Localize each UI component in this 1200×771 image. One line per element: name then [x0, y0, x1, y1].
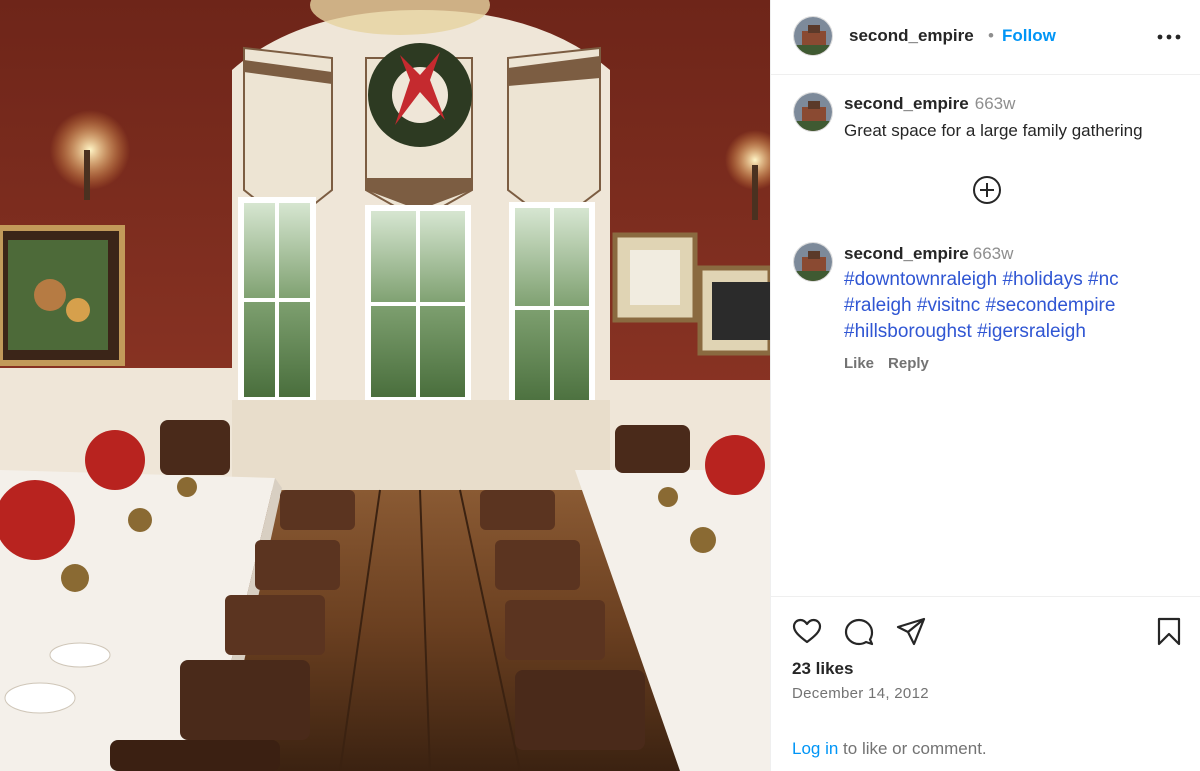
avatar-image: [794, 93, 832, 131]
hashtag-link[interactable]: #igersraleigh: [977, 321, 1086, 342]
heart-icon[interactable]: [791, 615, 823, 647]
header-username[interactable]: second_empire: [849, 26, 974, 46]
caption-time[interactable]: 663w: [975, 94, 1016, 113]
comment-bubble-icon[interactable]: [843, 615, 875, 647]
avatar[interactable]: [793, 92, 833, 132]
like-comment-button[interactable]: Like: [844, 355, 874, 372]
bookmark-icon[interactable]: [1153, 615, 1185, 647]
plus-circle-icon[interactable]: [972, 175, 1002, 205]
caption-username[interactable]: second_empire: [844, 94, 969, 113]
hashtag-link[interactable]: #nc: [1088, 269, 1119, 290]
reply-button[interactable]: Reply: [888, 355, 929, 372]
post-date: December 14, 2012: [792, 685, 929, 702]
hashtag-list: #downtownraleigh #holidays #nc #raleigh …: [844, 267, 1189, 345]
comment-username[interactable]: second_empire: [844, 244, 969, 263]
hashtag-link[interactable]: #downtownraleigh: [844, 269, 997, 290]
comment-time[interactable]: 663w: [973, 244, 1014, 263]
avatar-image: [794, 243, 832, 281]
more-options-icon[interactable]: [1155, 25, 1183, 49]
follow-button[interactable]: Follow: [1002, 26, 1056, 46]
hashtag-link[interactable]: #hillsboroughst: [844, 321, 972, 342]
paper-plane-icon[interactable]: [895, 615, 927, 647]
post-actions: 23 likes December 14, 2012 Log in to lik…: [771, 596, 1200, 771]
avatar[interactable]: [793, 242, 833, 282]
hashtag-link[interactable]: #visitnc: [917, 295, 980, 316]
login-link[interactable]: Log in: [792, 739, 838, 758]
avatar[interactable]: [793, 16, 833, 56]
login-prompt: Log in to like or comment.: [792, 739, 987, 759]
separator-dot: •: [988, 26, 994, 45]
caption-text: Great space for a large family gathering: [844, 121, 1143, 140]
post-header: second_empire • Follow: [771, 0, 1200, 75]
login-prompt-text: to like or comment.: [838, 739, 987, 758]
hashtag-link[interactable]: #raleigh: [844, 295, 912, 316]
comment-actions: Like Reply: [844, 355, 943, 372]
comment-meta: second_empire 663w: [844, 244, 1013, 264]
hashtag-link[interactable]: #holidays: [1002, 269, 1082, 290]
avatar-image: [794, 17, 832, 55]
likes-count[interactable]: 23 likes: [792, 659, 853, 679]
post-photo[interactable]: [0, 0, 770, 771]
post-side-panel: second_empire • Follow second_empire 663w…: [770, 0, 1200, 771]
dining-room-photo: [0, 0, 770, 771]
caption-meta: second_empire 663w: [844, 94, 1015, 114]
hashtag-link[interactable]: #secondempire: [986, 295, 1116, 316]
